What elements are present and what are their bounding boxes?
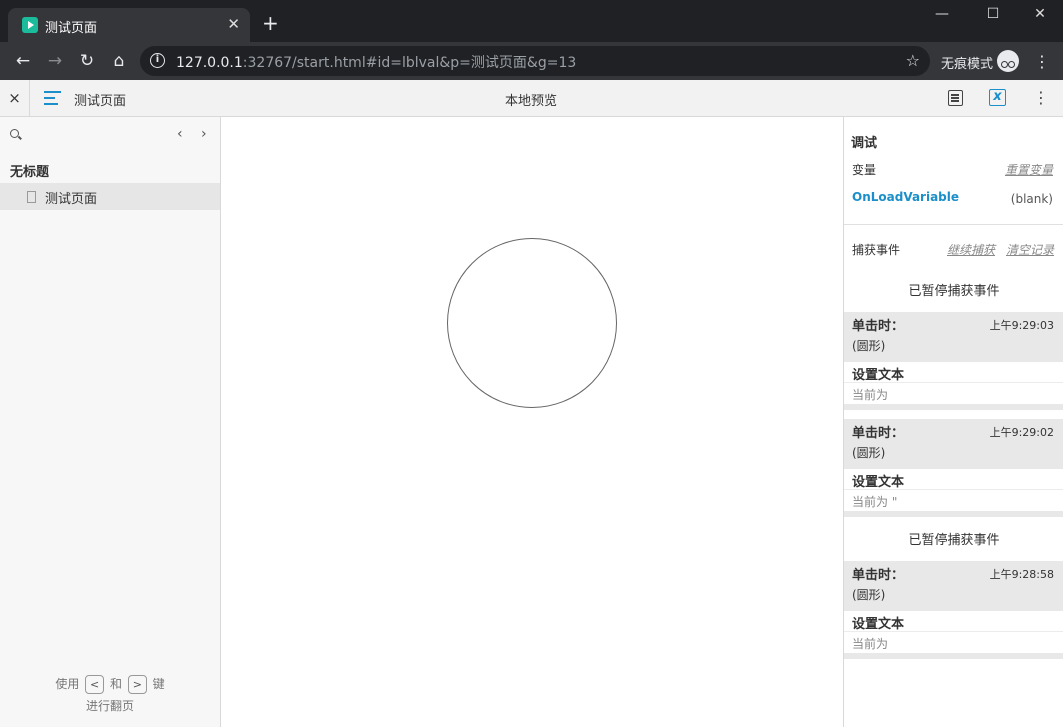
minimize-icon[interactable]: —	[927, 6, 957, 22]
browser-titlebar: 测试页面 ✕ + — ☐ ✕	[0, 0, 1063, 42]
app-header: × 测试页面 本地预览 x ⋮	[0, 80, 1063, 117]
tab-close-icon[interactable]: ✕	[227, 15, 240, 33]
hamburger-menu-icon[interactable]	[44, 91, 61, 105]
paging-hint: 使用 < 和 > 键	[0, 675, 220, 694]
variable-value: (blank)	[1010, 192, 1053, 206]
new-tab-plus-icon[interactable]: +	[262, 13, 279, 33]
variables-label: 变量	[852, 163, 877, 177]
event-time: 上午9:28:58	[989, 568, 1054, 581]
notes-icon[interactable]	[948, 90, 963, 106]
resume-trace-link[interactable]: 继续捕获	[947, 241, 995, 258]
event-detail: 当前为	[852, 637, 889, 651]
back-arrow-icon[interactable]: ←	[13, 51, 33, 71]
paused-message: 已暂停捕获事件	[908, 533, 1000, 548]
event-name: 单击时：	[852, 426, 905, 441]
close-icon[interactable]: ×	[0, 80, 30, 116]
page-sidebar: ‹ › 无标题 测试页面 使用 < 和 > 键 进行翻页	[0, 117, 221, 727]
event-time: 上午9:29:02	[989, 426, 1054, 439]
circle-shape[interactable]	[447, 238, 617, 408]
variable-name: OnLoadVariable	[852, 190, 960, 204]
play-favicon-icon	[22, 17, 38, 33]
window-close-icon[interactable]: ✕	[1025, 6, 1055, 22]
sidebar-item-test-page[interactable]: 测试页面	[0, 183, 220, 210]
event-action: 设置文本	[852, 617, 905, 632]
folder-title: 无标题	[10, 165, 50, 180]
incognito-icon[interactable]	[997, 50, 1019, 72]
event-detail: 当前为	[852, 388, 889, 402]
info-icon[interactable]: i	[150, 53, 165, 68]
clear-trace-link[interactable]: 清空记录	[1006, 241, 1054, 258]
event-target: (圆形)	[852, 339, 886, 353]
event-detail: 当前为 "	[852, 495, 898, 509]
current-page-name: 测试页面	[74, 94, 127, 109]
address-bar[interactable]: i 127.0.0.1:32767/start.html#id=lblval&p…	[140, 46, 930, 76]
browser-tab[interactable]: 测试页面 ✕	[8, 8, 250, 42]
panel-title: 调试	[851, 136, 878, 151]
debug-panel: 调试 变量 重置变量 OnLoadVariable (blank) 捕获事件 继…	[843, 117, 1063, 727]
browser-toolbar: ← → ↻ ⌂ i 127.0.0.1:32767/start.html#id=…	[0, 42, 1063, 80]
event-name: 单击时：	[852, 319, 905, 334]
divider	[844, 224, 1063, 225]
paging-hint-line2: 进行翻页	[85, 699, 134, 713]
address-url[interactable]: 127.0.0.1:32767/start.html#id=lblval&p=测…	[176, 52, 576, 72]
reset-variables-link[interactable]: 重置变量	[1005, 161, 1053, 178]
preview-canvas	[221, 117, 843, 727]
more-options-icon[interactable]: ⋮	[1033, 88, 1049, 107]
prev-key: <	[85, 675, 105, 694]
home-icon[interactable]: ⌂	[109, 51, 129, 71]
event-action: 设置文本	[852, 475, 905, 490]
event-target: (圆形)	[852, 588, 886, 602]
tab-title: 测试页面	[45, 21, 98, 36]
event-target: (圆形)	[852, 446, 886, 460]
star-icon[interactable]: ☆	[906, 51, 920, 70]
reload-icon[interactable]: ↻	[77, 51, 97, 71]
preview-title: 本地预览	[504, 94, 557, 109]
console-icon[interactable]: x	[989, 89, 1006, 106]
event-time: 上午9:29:03	[989, 319, 1054, 332]
maximize-icon[interactable]: ☐	[978, 6, 1008, 22]
search-icon[interactable]	[10, 129, 22, 141]
event-name: 单击时：	[852, 568, 905, 583]
sidebar-item-label: 测试页面	[45, 192, 98, 207]
kebab-menu-icon[interactable]: ⋮	[1034, 52, 1050, 71]
incognito-label: 无痕模式	[941, 57, 994, 72]
forward-arrow-icon[interactable]: →	[45, 51, 65, 71]
paused-message: 已暂停捕获事件	[908, 284, 1000, 299]
trace-label: 捕获事件	[852, 243, 901, 257]
chevron-left-icon[interactable]: ‹	[177, 126, 183, 142]
page-icon	[27, 191, 36, 203]
event-action: 设置文本	[852, 368, 905, 383]
next-key: >	[127, 675, 147, 694]
chevron-right-icon[interactable]: ›	[201, 126, 207, 142]
